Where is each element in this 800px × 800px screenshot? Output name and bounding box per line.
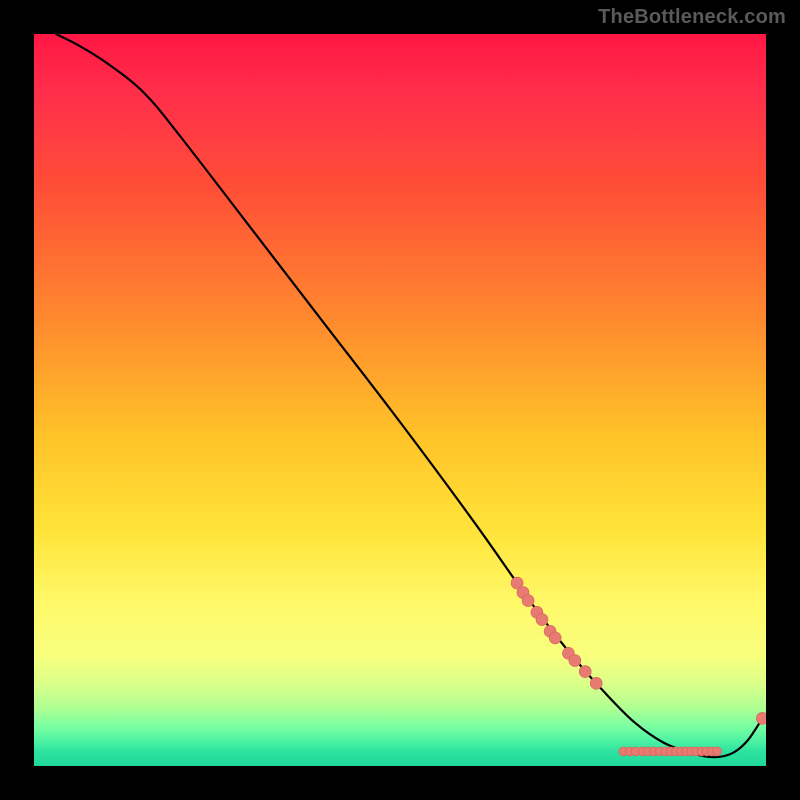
data-point — [713, 747, 722, 756]
data-point — [579, 666, 591, 678]
bottleneck-curve — [56, 34, 762, 757]
data-point — [536, 614, 548, 626]
chart-frame: TheBottleneck.com — [0, 0, 800, 800]
data-point — [569, 655, 581, 667]
data-point — [522, 595, 534, 607]
data-point — [756, 712, 766, 724]
plot-area — [34, 34, 766, 766]
data-point — [549, 632, 561, 644]
data-point — [590, 677, 602, 689]
watermark-text: TheBottleneck.com — [598, 6, 786, 29]
chart-svg — [34, 34, 766, 766]
data-points — [511, 577, 766, 756]
